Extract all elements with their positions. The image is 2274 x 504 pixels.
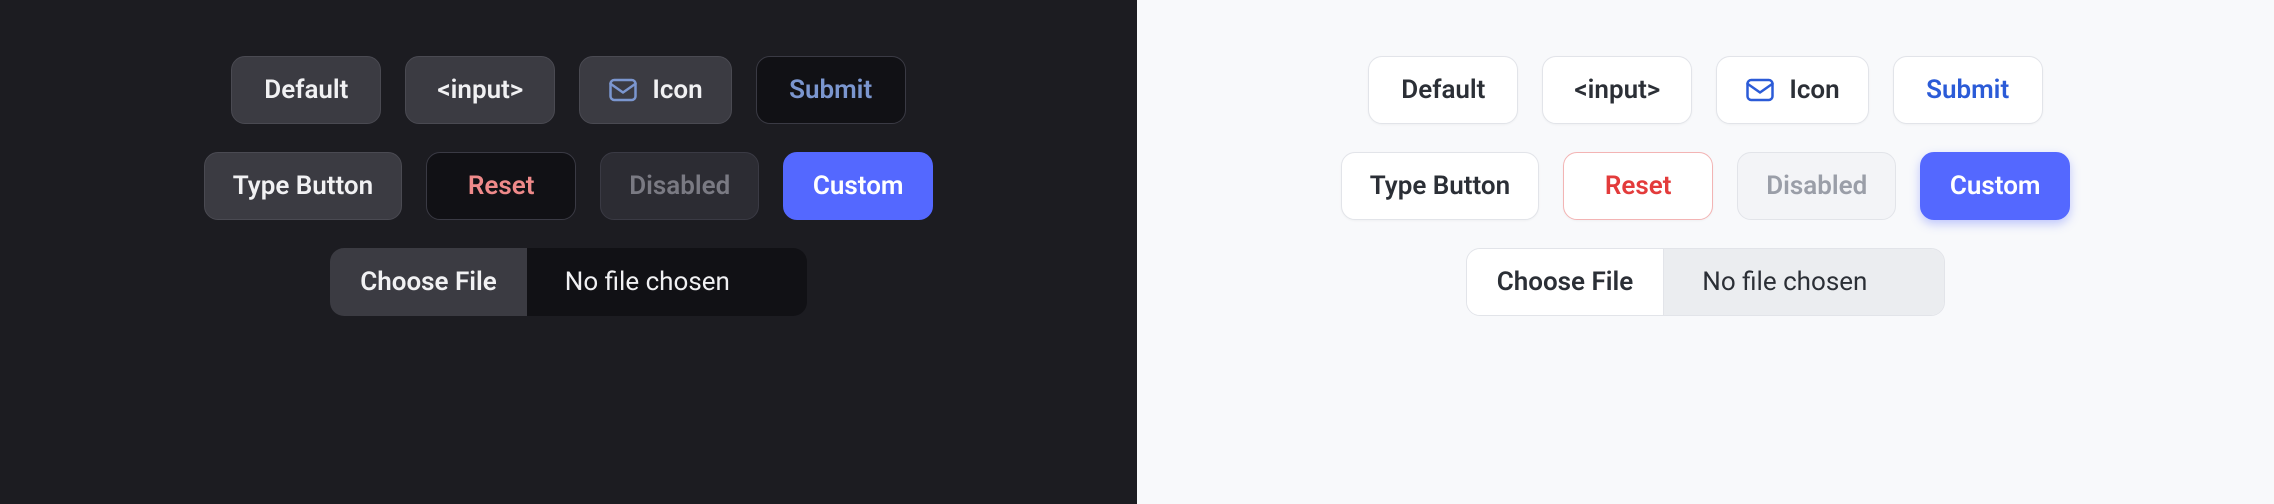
dark-theme-panel: Default <input> Icon Submit Type Button … (0, 0, 1137, 504)
mail-icon (1745, 75, 1775, 105)
reset-button[interactable]: Reset (426, 152, 576, 220)
button-row-1: Default <input> Icon Submit (1368, 56, 2042, 124)
file-status-label: No file chosen (1664, 249, 1944, 315)
submit-button[interactable]: Submit (756, 56, 906, 124)
default-button[interactable]: Default (231, 56, 381, 124)
light-theme-panel: Default <input> Icon Submit Type Button … (1137, 0, 2274, 504)
file-input[interactable]: Choose File No file chosen (1466, 248, 1946, 316)
icon-button[interactable]: Icon (579, 56, 731, 124)
icon-button-label: Icon (652, 75, 702, 105)
type-button[interactable]: Type Button (1341, 152, 1539, 220)
button-row-2: Type Button Reset Disabled Custom (1341, 152, 2070, 220)
button-row-2: Type Button Reset Disabled Custom (204, 152, 933, 220)
file-status-label: No file chosen (527, 248, 807, 316)
disabled-button: Disabled (600, 152, 759, 220)
submit-button[interactable]: Submit (1893, 56, 2043, 124)
choose-file-button[interactable]: Choose File (330, 248, 527, 316)
choose-file-button[interactable]: Choose File (1467, 249, 1665, 315)
input-button[interactable]: <input> (405, 56, 555, 124)
custom-button[interactable]: Custom (1920, 152, 2070, 220)
file-input[interactable]: Choose File No file chosen (330, 248, 807, 316)
custom-button[interactable]: Custom (783, 152, 933, 220)
file-row: Choose File No file chosen (1466, 248, 1946, 316)
file-row: Choose File No file chosen (330, 248, 807, 316)
type-button[interactable]: Type Button (204, 152, 402, 220)
reset-button[interactable]: Reset (1563, 152, 1713, 220)
mail-icon (608, 75, 638, 105)
disabled-button: Disabled (1737, 152, 1896, 220)
icon-button-label: Icon (1789, 75, 1839, 105)
icon-button[interactable]: Icon (1716, 56, 1868, 124)
input-button[interactable]: <input> (1542, 56, 1692, 124)
button-row-1: Default <input> Icon Submit (231, 56, 905, 124)
default-button[interactable]: Default (1368, 56, 1518, 124)
